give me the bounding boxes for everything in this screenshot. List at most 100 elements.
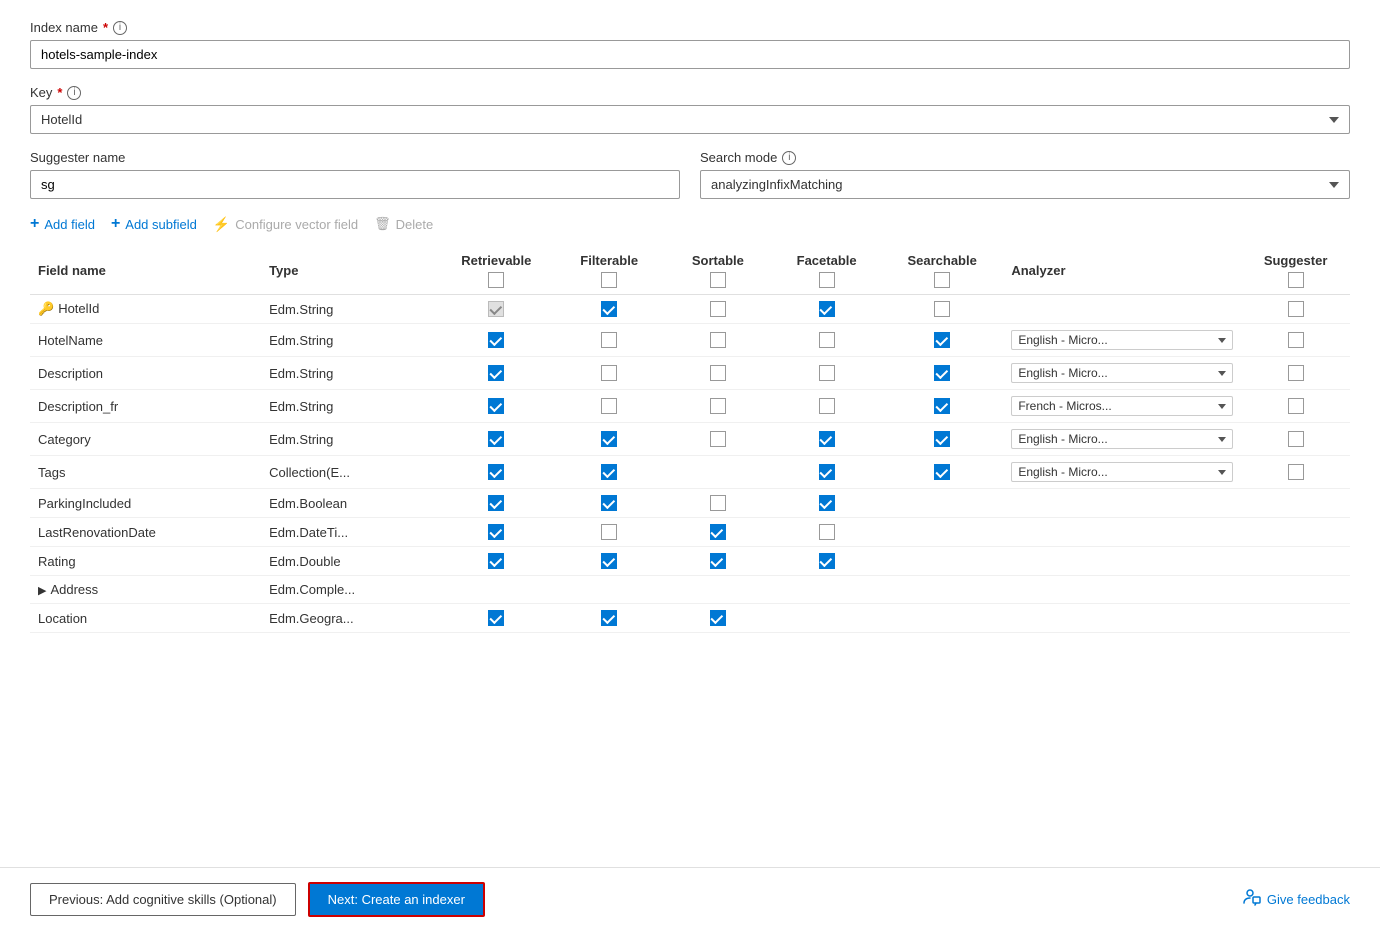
field-sortable-cell	[664, 423, 773, 456]
field-name-cell: ▶Address	[30, 576, 261, 604]
field-checkbox[interactable]	[601, 495, 617, 511]
field-filterable-cell	[555, 295, 664, 324]
field-checkbox[interactable]	[710, 553, 726, 569]
field-checkbox[interactable]	[710, 301, 726, 317]
field-checkbox[interactable]	[710, 332, 726, 348]
field-checkbox[interactable]	[710, 524, 726, 540]
field-checkbox[interactable]	[710, 495, 726, 511]
field-checkbox[interactable]	[601, 553, 617, 569]
field-checkbox[interactable]	[1288, 431, 1304, 447]
field-checkbox[interactable]	[601, 332, 617, 348]
table-row: ParkingIncludedEdm.Boolean	[30, 489, 1350, 518]
th-facetable-checkbox[interactable]	[819, 272, 835, 288]
prev-button[interactable]: Previous: Add cognitive skills (Optional…	[30, 883, 296, 916]
fields-toolbar: + Add field + Add subfield ⚡ Configure v…	[30, 215, 1350, 233]
th-suggester: Suggester	[1241, 247, 1350, 295]
field-checkbox[interactable]	[934, 431, 950, 447]
analyzer-dropdown[interactable]: English - Micro...	[1011, 429, 1233, 449]
key-dropdown[interactable]: HotelId	[30, 105, 1350, 134]
analyzer-dropdown[interactable]: English - Micro...	[1011, 462, 1233, 482]
field-checkbox[interactable]	[601, 365, 617, 381]
field-checkbox[interactable]	[601, 464, 617, 480]
field-checkbox[interactable]	[488, 553, 504, 569]
field-checkbox[interactable]	[601, 524, 617, 540]
analyzer-dropdown[interactable]: English - Micro...	[1011, 330, 1233, 350]
field-checkbox[interactable]	[819, 365, 835, 381]
field-checkbox[interactable]	[710, 365, 726, 381]
analyzer-value: French - Micros...	[1018, 399, 1218, 413]
add-subfield-button[interactable]: + Add subfield	[111, 215, 197, 233]
field-checkbox[interactable]	[488, 524, 504, 540]
give-feedback-button[interactable]: Give feedback	[1243, 888, 1350, 911]
add-subfield-plus-icon: +	[111, 215, 120, 233]
suggester-name-input[interactable]	[30, 170, 680, 199]
field-checkbox[interactable]	[819, 301, 835, 317]
add-field-label: Add field	[44, 217, 95, 232]
delete-button[interactable]: 🗑 Delete	[374, 216, 433, 232]
key-info-icon[interactable]: i	[67, 86, 81, 100]
field-checkbox[interactable]	[934, 398, 950, 414]
field-checkbox[interactable]	[488, 431, 504, 447]
field-suggester-cell	[1241, 324, 1350, 357]
field-checkbox[interactable]	[819, 464, 835, 480]
field-filterable-cell	[555, 576, 664, 604]
analyzer-dropdown[interactable]: French - Micros...	[1011, 396, 1233, 416]
field-checkbox[interactable]	[601, 431, 617, 447]
field-type: Edm.DateTi...	[269, 525, 348, 540]
field-retrievable-cell	[438, 390, 555, 423]
field-retrievable-cell	[438, 576, 555, 604]
field-checkbox[interactable]	[601, 398, 617, 414]
search-mode-info-icon[interactable]: i	[782, 151, 796, 165]
index-name-info-icon[interactable]: i	[113, 21, 127, 35]
field-type-cell: Edm.Geogra...	[261, 604, 438, 633]
field-checkbox[interactable]	[1288, 398, 1304, 414]
field-checkbox[interactable]	[819, 431, 835, 447]
field-retrievable-cell	[438, 295, 555, 324]
field-checkbox[interactable]	[710, 431, 726, 447]
field-checkbox[interactable]	[819, 524, 835, 540]
field-sortable-cell	[664, 390, 773, 423]
field-checkbox[interactable]	[819, 495, 835, 511]
analyzer-dropdown[interactable]: English - Micro...	[1011, 363, 1233, 383]
th-searchable-checkbox[interactable]	[934, 272, 950, 288]
field-checkbox[interactable]	[488, 398, 504, 414]
field-searchable-cell	[881, 390, 1003, 423]
field-checkbox[interactable]	[1288, 464, 1304, 480]
field-checkbox[interactable]	[1288, 301, 1304, 317]
expand-icon[interactable]: ▶	[38, 584, 46, 597]
search-mode-dropdown[interactable]: analyzingInfixMatching	[700, 170, 1350, 199]
field-type: Edm.Comple...	[269, 582, 355, 597]
index-name-input[interactable]	[30, 40, 1350, 69]
field-checkbox[interactable]	[819, 398, 835, 414]
field-checkbox[interactable]	[819, 553, 835, 569]
add-field-button[interactable]: + Add field	[30, 215, 95, 233]
field-checkbox[interactable]	[488, 464, 504, 480]
field-checkbox[interactable]	[601, 610, 617, 626]
th-filterable-checkbox[interactable]	[601, 272, 617, 288]
field-checkbox[interactable]	[1288, 365, 1304, 381]
field-checkbox[interactable]	[934, 464, 950, 480]
field-checkbox[interactable]	[934, 365, 950, 381]
field-checkbox[interactable]	[601, 301, 617, 317]
field-checkbox[interactable]	[488, 365, 504, 381]
th-sortable-checkbox[interactable]	[710, 272, 726, 288]
field-searchable-cell	[881, 489, 1003, 518]
field-checkbox[interactable]	[488, 495, 504, 511]
field-checkbox[interactable]	[488, 610, 504, 626]
configure-vector-button[interactable]: ⚡ Configure vector field	[213, 216, 358, 233]
field-checkbox[interactable]	[488, 332, 504, 348]
field-sortable-cell	[664, 324, 773, 357]
field-checkbox[interactable]	[934, 332, 950, 348]
field-checkbox[interactable]	[819, 332, 835, 348]
field-checkbox[interactable]	[1288, 332, 1304, 348]
next-button[interactable]: Next: Create an indexer	[308, 882, 485, 917]
field-retrievable-cell	[438, 423, 555, 456]
field-type: Edm.String	[269, 399, 333, 414]
th-suggester-checkbox[interactable]	[1288, 272, 1304, 288]
field-checkbox[interactable]	[710, 398, 726, 414]
th-retrievable-checkbox[interactable]	[488, 272, 504, 288]
table-row: LocationEdm.Geogra...	[30, 604, 1350, 633]
field-checkbox[interactable]	[710, 610, 726, 626]
field-checkbox[interactable]	[488, 301, 504, 317]
field-checkbox[interactable]	[934, 301, 950, 317]
